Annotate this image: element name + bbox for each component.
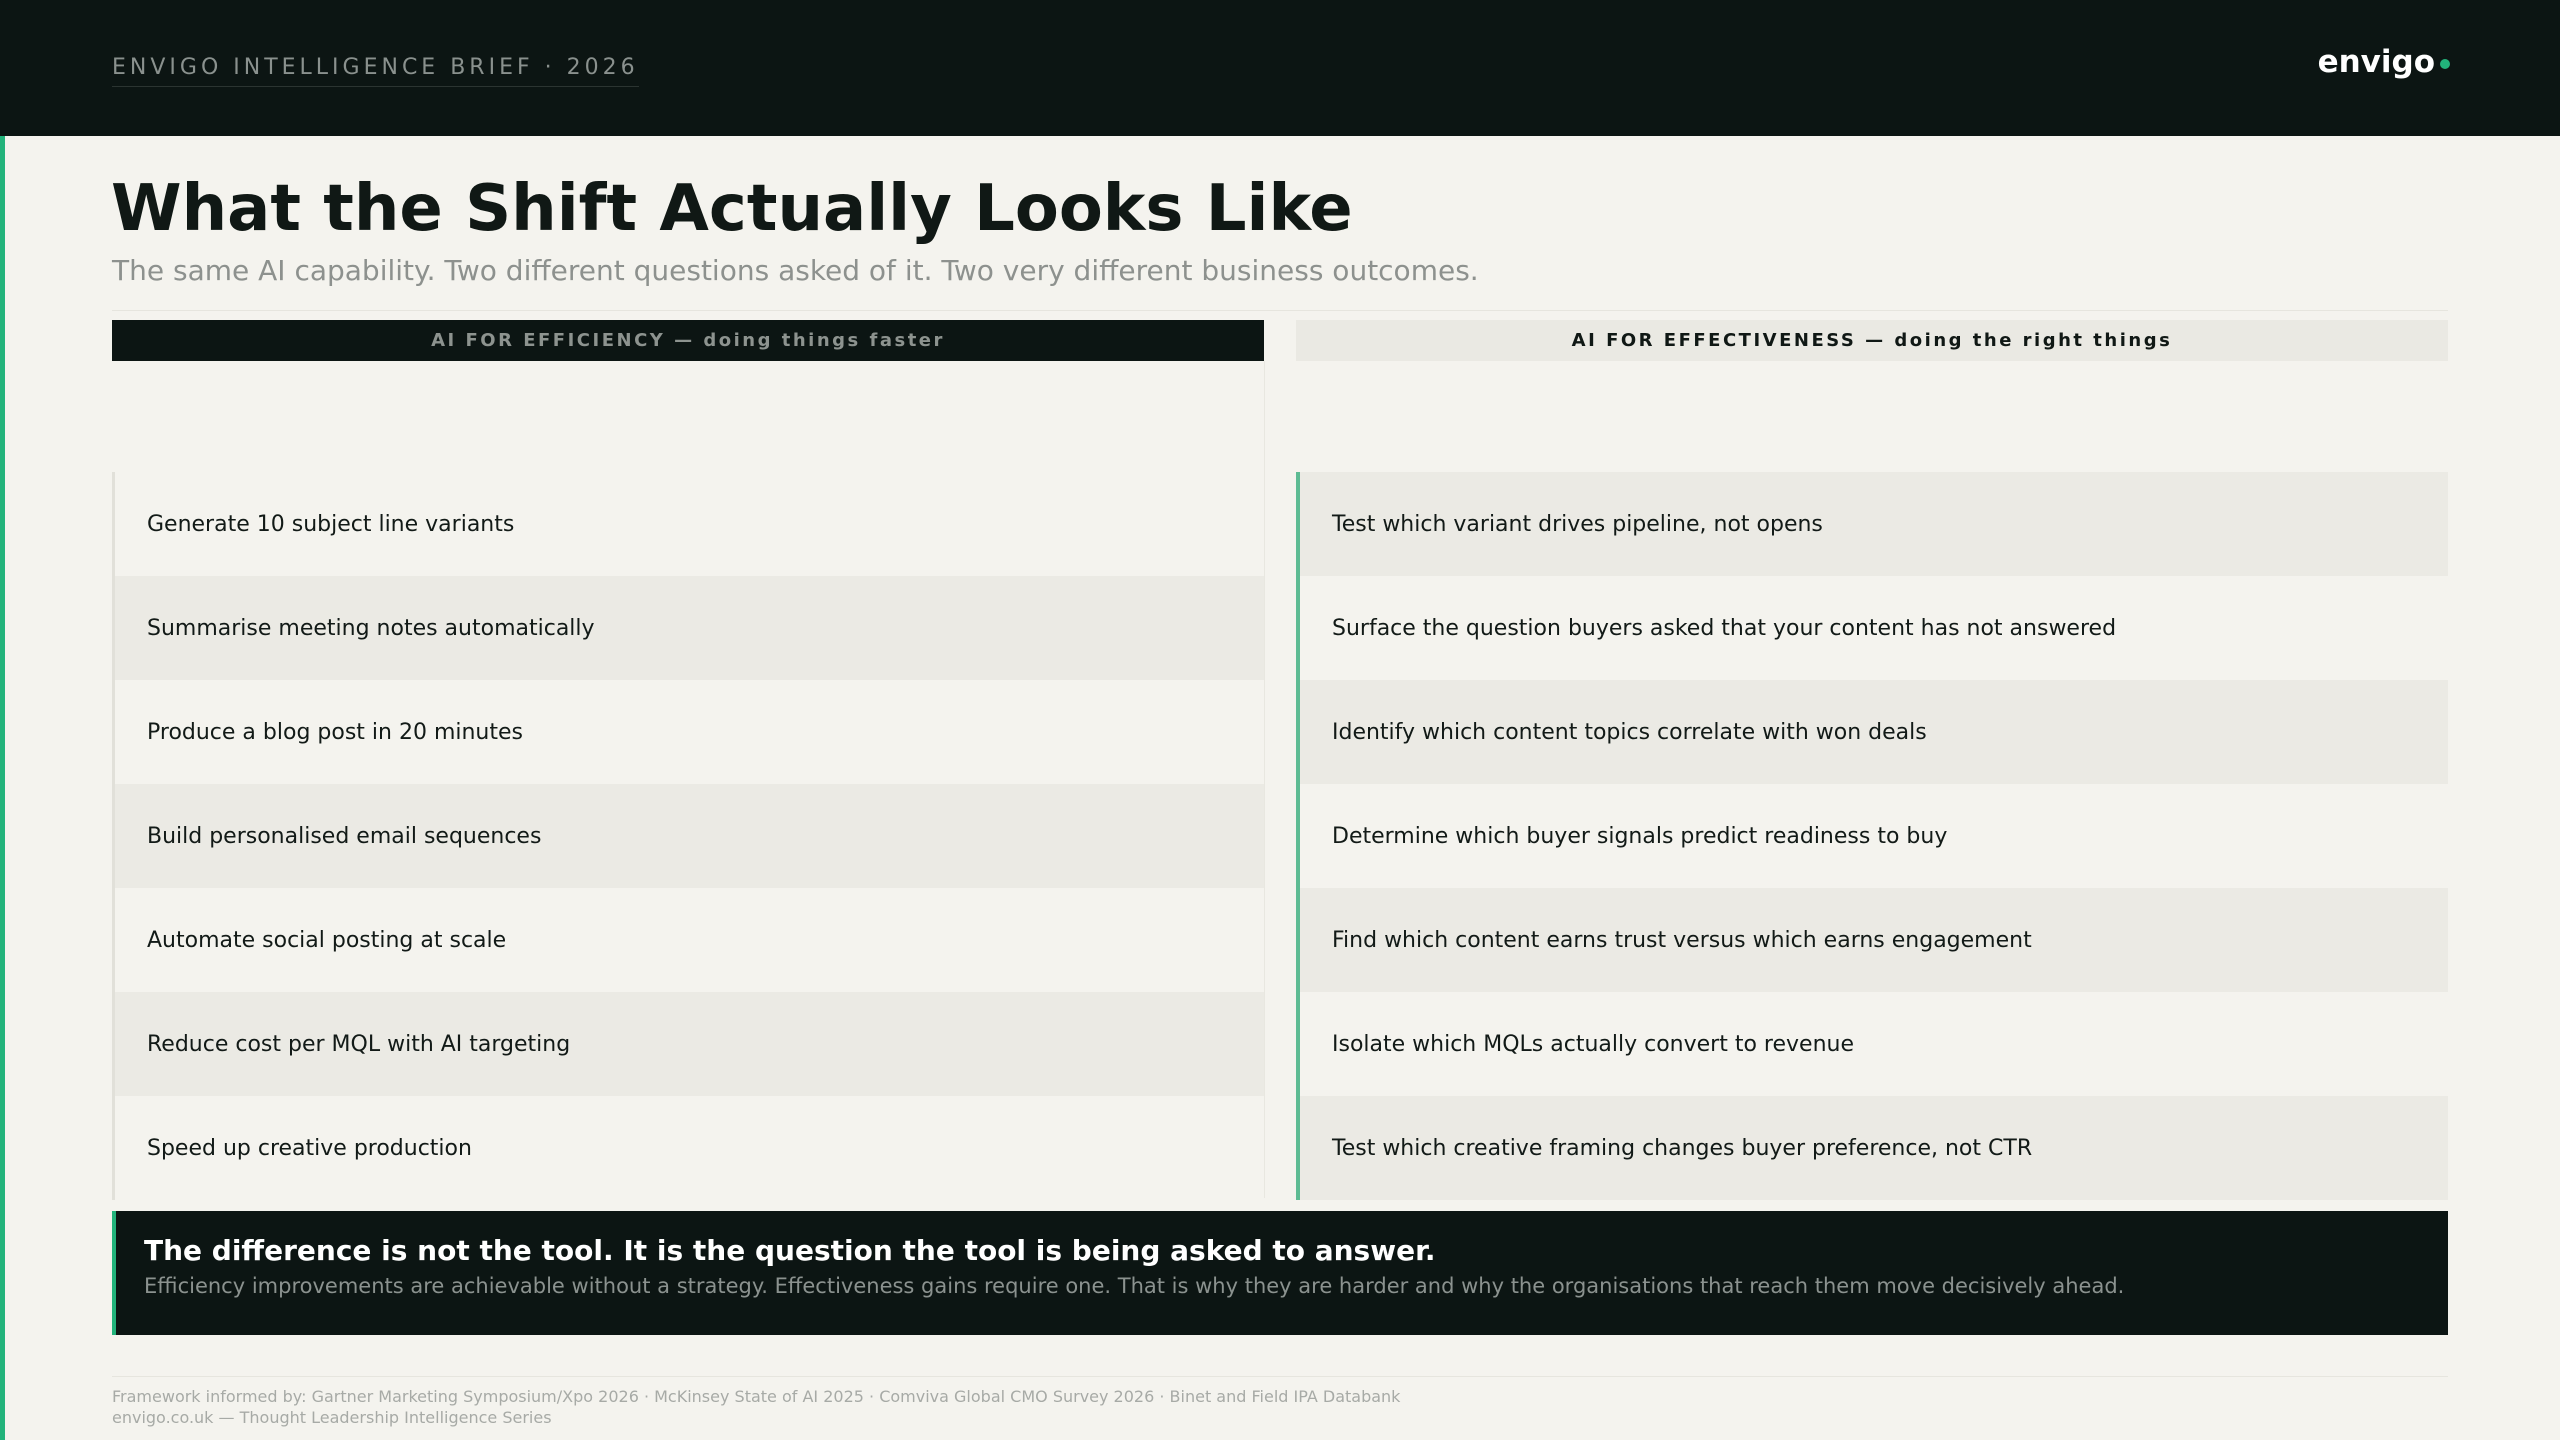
logo-dot-icon	[2440, 58, 2450, 69]
footer-sources: Framework informed by: Gartner Marketing…	[112, 1387, 1401, 1406]
efficiency-item: Reduce cost per MQL with AI targeting	[112, 992, 1264, 1096]
brief-label: ENVIGO INTELLIGENCE BRIEF · 2026	[112, 55, 639, 87]
effectiveness-item: Determine which buyer signals predict re…	[1296, 784, 2448, 888]
envigo-logo: envigo	[2318, 44, 2450, 80]
header-bar: ENVIGO INTELLIGENCE BRIEF · 2026 envigo	[0, 0, 2560, 136]
left-accent-bar	[0, 136, 5, 1440]
title-divider	[112, 310, 2448, 311]
efficiency-item: Produce a blog post in 20 minutes	[112, 680, 1264, 784]
effectiveness-list: Test which variant drives pipeline, not …	[1296, 472, 2448, 1200]
effectiveness-item: Find which content earns trust versus wh…	[1296, 888, 2448, 992]
effectiveness-item: Surface the question buyers asked that y…	[1296, 576, 2448, 680]
footer-divider	[112, 1376, 2448, 1377]
efficiency-item: Automate social posting at scale	[112, 888, 1264, 992]
callout-body: Efficiency improvements are achievable w…	[144, 1274, 2125, 1298]
page-title: What the Shift Actually Looks Like	[111, 172, 1353, 246]
effectiveness-item: Test which creative framing changes buye…	[1296, 1096, 2448, 1200]
effectiveness-item: Isolate which MQLs actually convert to r…	[1296, 992, 2448, 1096]
efficiency-item: Generate 10 subject line variants	[112, 472, 1264, 576]
efficiency-item: Speed up creative production	[112, 1096, 1264, 1200]
effectiveness-item: Test which variant drives pipeline, not …	[1296, 472, 2448, 576]
page-subtitle: The same AI capability. Two different qu…	[112, 254, 1479, 287]
footer-site: envigo.co.uk — Thought Leadership Intell…	[112, 1408, 552, 1427]
efficiency-item: Build personalised email sequences	[112, 784, 1264, 888]
efficiency-column-heading: AI FOR EFFICIENCY — doing things faster	[112, 320, 1264, 361]
logo-text: envigo	[2317, 44, 2435, 80]
efficiency-item: Summarise meeting notes automatically	[112, 576, 1264, 680]
effectiveness-column-heading: AI FOR EFFECTIVENESS — doing the right t…	[1296, 320, 2448, 361]
column-divider	[1264, 361, 1265, 1198]
effectiveness-item: Identify which content topics correlate …	[1296, 680, 2448, 784]
efficiency-list: Generate 10 subject line variants Summar…	[112, 472, 1264, 1200]
key-insight-callout: The difference is not the tool. It is th…	[112, 1211, 2448, 1335]
callout-headline: The difference is not the tool. It is th…	[144, 1234, 1436, 1267]
